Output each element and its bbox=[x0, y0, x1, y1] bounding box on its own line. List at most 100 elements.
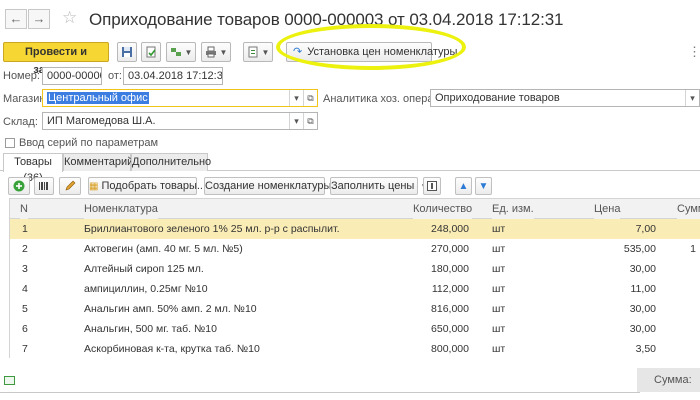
forward-button[interactable]: → bbox=[28, 9, 50, 29]
table-row[interactable]: 7 Аскорбиновая к-та, крутка таб. №10 800… bbox=[10, 339, 700, 358]
row-name: Бриллиантового зеленого 1% 25 мл. р-р с … bbox=[84, 223, 340, 235]
star-icon[interactable]: ☆ bbox=[62, 8, 77, 28]
column-header-unit[interactable]: Ед. изм. bbox=[492, 199, 534, 219]
row-number: 2 bbox=[22, 243, 28, 255]
arrow-down-icon: ▼ bbox=[478, 181, 489, 192]
dropdown-arrow-icon: ▼ bbox=[261, 47, 270, 57]
open-icon[interactable]: ⧉ bbox=[303, 113, 317, 129]
column-header-n[interactable]: N bbox=[20, 199, 28, 219]
row-unit: шт bbox=[492, 243, 506, 255]
column-settings-button[interactable] bbox=[423, 177, 441, 195]
save-icon bbox=[122, 47, 132, 57]
row-number: 7 bbox=[22, 343, 28, 355]
row-name: Алтейный сироп 125 мл. bbox=[84, 263, 204, 275]
back-arrow-icon: ← bbox=[9, 11, 23, 26]
row-price: 11,00 bbox=[630, 283, 657, 295]
edit-row-button[interactable] bbox=[59, 177, 81, 195]
row-name: Актовегин (амп. 40 мг. 5 мл. №5) bbox=[84, 243, 243, 255]
row-price: 535,00 bbox=[623, 243, 656, 255]
table-row[interactable]: 4 ампициллин, 0.25мг №10 112,000 шт 11,0… bbox=[10, 279, 700, 299]
dropdown-arrow-icon[interactable]: ▾ bbox=[289, 90, 303, 106]
more-actions-button[interactable]: ⋮ bbox=[688, 44, 700, 60]
save-button[interactable] bbox=[117, 42, 137, 62]
date-field[interactable]: 03.04.2018 17:12:31 bbox=[123, 67, 223, 85]
row-price: 30,00 bbox=[629, 323, 656, 335]
open-icon[interactable]: ⧉ bbox=[303, 90, 317, 106]
warehouse-label: Склад: bbox=[3, 116, 38, 128]
report-dropdown-button[interactable]: ▼ bbox=[243, 42, 273, 62]
table-row[interactable]: 2 Актовегин (амп. 40 мг. 5 мл. №5) 270,0… bbox=[10, 239, 700, 259]
tab-comment[interactable]: Комментарий bbox=[63, 153, 133, 171]
document-status-icon[interactable] bbox=[4, 376, 15, 385]
row-qty: 650,000 bbox=[431, 323, 469, 335]
pick-goods-button[interactable]: ▦ Подобрать товары... bbox=[88, 177, 206, 195]
table-row[interactable]: 3 Алтейный сироп 125 мл. 180,000 шт 30,0… bbox=[10, 259, 700, 279]
move-up-button[interactable]: ▲ bbox=[455, 177, 472, 195]
row-number: 5 bbox=[22, 303, 28, 315]
arrow-up-icon: ▲ bbox=[458, 181, 469, 192]
row-sum bbox=[670, 279, 696, 299]
row-name: Анальгин, 500 мг. таб. №10 bbox=[84, 323, 217, 335]
row-qty: 248,000 bbox=[431, 223, 469, 235]
post-document-icon bbox=[146, 46, 156, 58]
pick-goods-icon: ▦ bbox=[89, 181, 99, 192]
fill-prices-label: Заполнить цены bbox=[331, 180, 415, 192]
table-row[interactable]: 1 Бриллиантового зеленого 1% 25 мл. р-р … bbox=[10, 219, 700, 239]
row-number: 1 bbox=[22, 223, 28, 235]
column-header-name[interactable]: Номенклатура bbox=[84, 199, 158, 219]
row-unit: шт bbox=[492, 223, 506, 235]
back-button[interactable]: ← bbox=[5, 9, 27, 29]
row-number: 4 bbox=[22, 283, 28, 295]
print-dropdown-button[interactable]: ▼ bbox=[201, 42, 231, 62]
move-down-button[interactable]: ▼ bbox=[475, 177, 492, 195]
structure-dropdown-button[interactable]: ▼ bbox=[166, 42, 196, 62]
tab-goods[interactable]: Товары (36) bbox=[3, 153, 63, 184]
printer-icon bbox=[205, 46, 216, 58]
goods-table[interactable]: N Номенклатура Количество Ед. изм. Цена … bbox=[9, 198, 700, 358]
row-price: 30,00 bbox=[629, 303, 656, 315]
sum-label: Сумма: bbox=[637, 368, 700, 392]
row-sum bbox=[670, 299, 696, 319]
dropdown-arrow-icon[interactable]: ▾ bbox=[685, 90, 699, 106]
post-and-close-button[interactable]: Провести и закрыть bbox=[3, 42, 109, 76]
column-header-qty[interactable]: Количество bbox=[413, 199, 473, 219]
structure-icon bbox=[170, 48, 181, 56]
row-unit: шт bbox=[492, 343, 506, 355]
column-header-price[interactable]: Цена bbox=[594, 199, 621, 219]
dropdown-arrow-icon: ▼ bbox=[184, 47, 193, 57]
row-unit: шт bbox=[492, 303, 506, 315]
store-field[interactable]: Центральный офис ▾ ⧉ bbox=[42, 89, 318, 107]
row-sum: 1 bbox=[690, 243, 696, 255]
row-name: Анальгин амп. 50% амп. 2 мл. №10 bbox=[84, 303, 257, 315]
create-item-button[interactable]: Создание номенклатуры bbox=[204, 177, 331, 195]
row-sum bbox=[670, 339, 696, 358]
highlight-marker bbox=[276, 24, 466, 70]
warehouse-field[interactable]: ИП Магомедова Ш.А. ▾ ⧉ bbox=[42, 112, 318, 130]
row-unit: шт bbox=[492, 283, 506, 295]
row-unit: шт bbox=[492, 323, 506, 335]
table-row[interactable]: 6 Анальгин, 500 мг. таб. №10 650,000 шт … bbox=[10, 319, 700, 339]
row-unit: шт bbox=[492, 263, 506, 275]
series-checkbox-label: Ввод серий по параметрам bbox=[19, 137, 159, 149]
dropdown-arrow-icon[interactable]: ▾ bbox=[289, 113, 303, 129]
add-row-button[interactable] bbox=[8, 177, 30, 195]
row-number: 6 bbox=[22, 323, 28, 335]
date-label: от: bbox=[108, 70, 122, 82]
series-checkbox[interactable] bbox=[5, 138, 15, 148]
row-sum bbox=[670, 219, 696, 239]
post-button[interactable] bbox=[141, 42, 161, 62]
number-field[interactable]: 0000-000003 bbox=[42, 67, 102, 85]
store-value: Центральный офис bbox=[47, 92, 149, 104]
row-qty: 816,000 bbox=[431, 303, 469, 315]
table-row[interactable]: 5 Анальгин амп. 50% амп. 2 мл. №10 816,0… bbox=[10, 299, 700, 319]
fill-prices-button[interactable]: Заполнить цены ▼ bbox=[330, 177, 428, 195]
row-qty: 112,000 bbox=[431, 283, 469, 295]
row-price: 3,50 bbox=[635, 343, 656, 355]
footer-divider bbox=[0, 392, 640, 393]
tab-additional[interactable]: Дополнительно bbox=[131, 153, 211, 171]
row-sum bbox=[670, 259, 696, 279]
barcode-icon bbox=[39, 182, 48, 190]
barcode-button[interactable] bbox=[34, 177, 54, 195]
analytics-field[interactable]: Оприходование товаров ▾ bbox=[430, 89, 700, 107]
column-header-sum[interactable]: Сумма bbox=[677, 199, 700, 219]
